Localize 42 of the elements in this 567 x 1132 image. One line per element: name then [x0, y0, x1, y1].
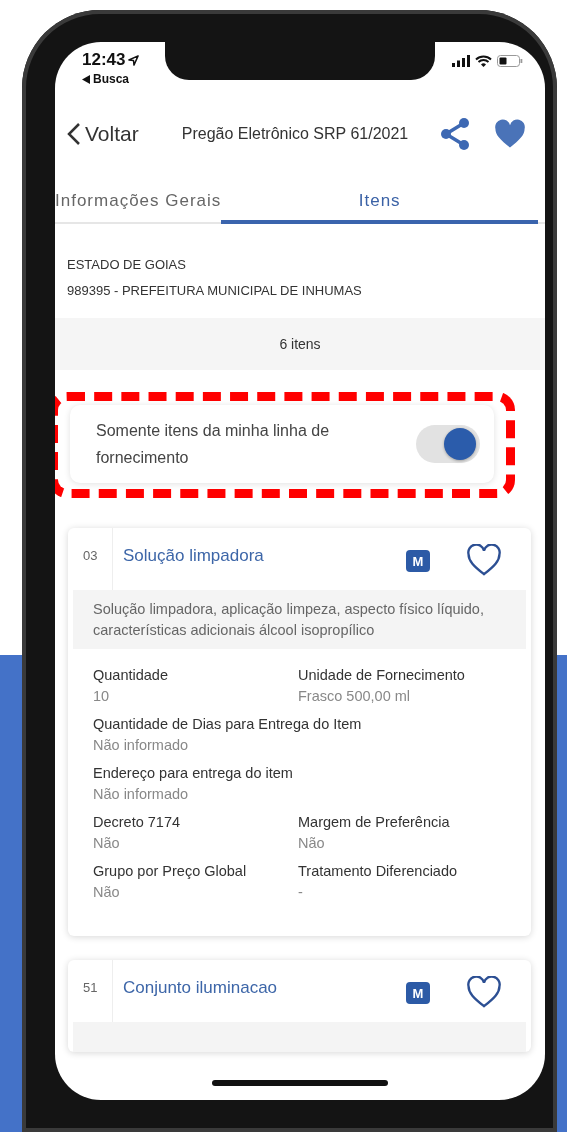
field-label: Grupo por Preço Global: [93, 862, 248, 881]
field-label: Quantidade: [93, 666, 169, 685]
favorite-icon[interactable]: [466, 976, 502, 1009]
field-value: Não: [93, 883, 121, 902]
organization-state: ESTADO DE GOIAS: [67, 256, 187, 274]
page-title: Pregão Eletrônico SRP 61/2021: [180, 124, 410, 144]
back-triangle-icon[interactable]: [82, 74, 90, 84]
field-label: Tratamento Diferenciado: [298, 862, 459, 881]
field-value: -: [298, 883, 304, 902]
filter-label: Somente itens da minha linha de fornecimento: [96, 421, 331, 468]
item-title[interactable]: Conjunto iluminacao: [113, 960, 406, 998]
item-badge: M: [406, 550, 430, 572]
back-app-link[interactable]: Busca: [93, 72, 130, 86]
favorite-icon[interactable]: [493, 118, 527, 150]
location-arrow-icon: [128, 54, 140, 66]
item-title[interactable]: Solução limpadora: [113, 528, 406, 566]
wifi-icon: [475, 55, 492, 67]
battery-icon: [497, 55, 523, 67]
field-value: Frasco 500,00 ml: [298, 687, 412, 706]
field-value: Não informado: [93, 736, 190, 755]
back-button[interactable]: Voltar: [67, 122, 179, 146]
field-label: Quantidade de Dias para Entrega do Item: [93, 715, 363, 734]
field-label: Unidade de Fornecimento: [298, 666, 466, 685]
organization-unit: 989395 - PREFEITURA MUNICIPAL DE INHUMAS: [67, 282, 363, 300]
field-value: Não: [298, 834, 326, 853]
tab[interactable]: Informações Gerais: [55, 172, 222, 224]
favorite-icon[interactable]: [466, 544, 502, 577]
items-count-bar: 6 itens: [55, 318, 545, 370]
item-badge: M: [406, 982, 430, 1004]
share-icon[interactable]: [439, 117, 471, 151]
field-value: Não informado: [93, 785, 190, 804]
field-value: Não: [93, 834, 121, 853]
chevron-left-icon: [67, 122, 81, 146]
tab[interactable]: Itens: [221, 172, 538, 224]
field-label: Decreto 7174: [93, 813, 182, 832]
field-label: Margem de Preferência: [298, 813, 451, 832]
field-label: Endereço para entrega do item: [93, 764, 294, 783]
item-description: Solução limpadora, aplicação limpeza, aspecto físico líquido, características adicionais álcool isopropílico: [73, 590, 526, 649]
toggle-switch[interactable]: [416, 425, 480, 463]
field-value: 10: [93, 687, 111, 706]
signal-icon: [452, 55, 470, 67]
status-time: 12:43: [82, 50, 126, 70]
